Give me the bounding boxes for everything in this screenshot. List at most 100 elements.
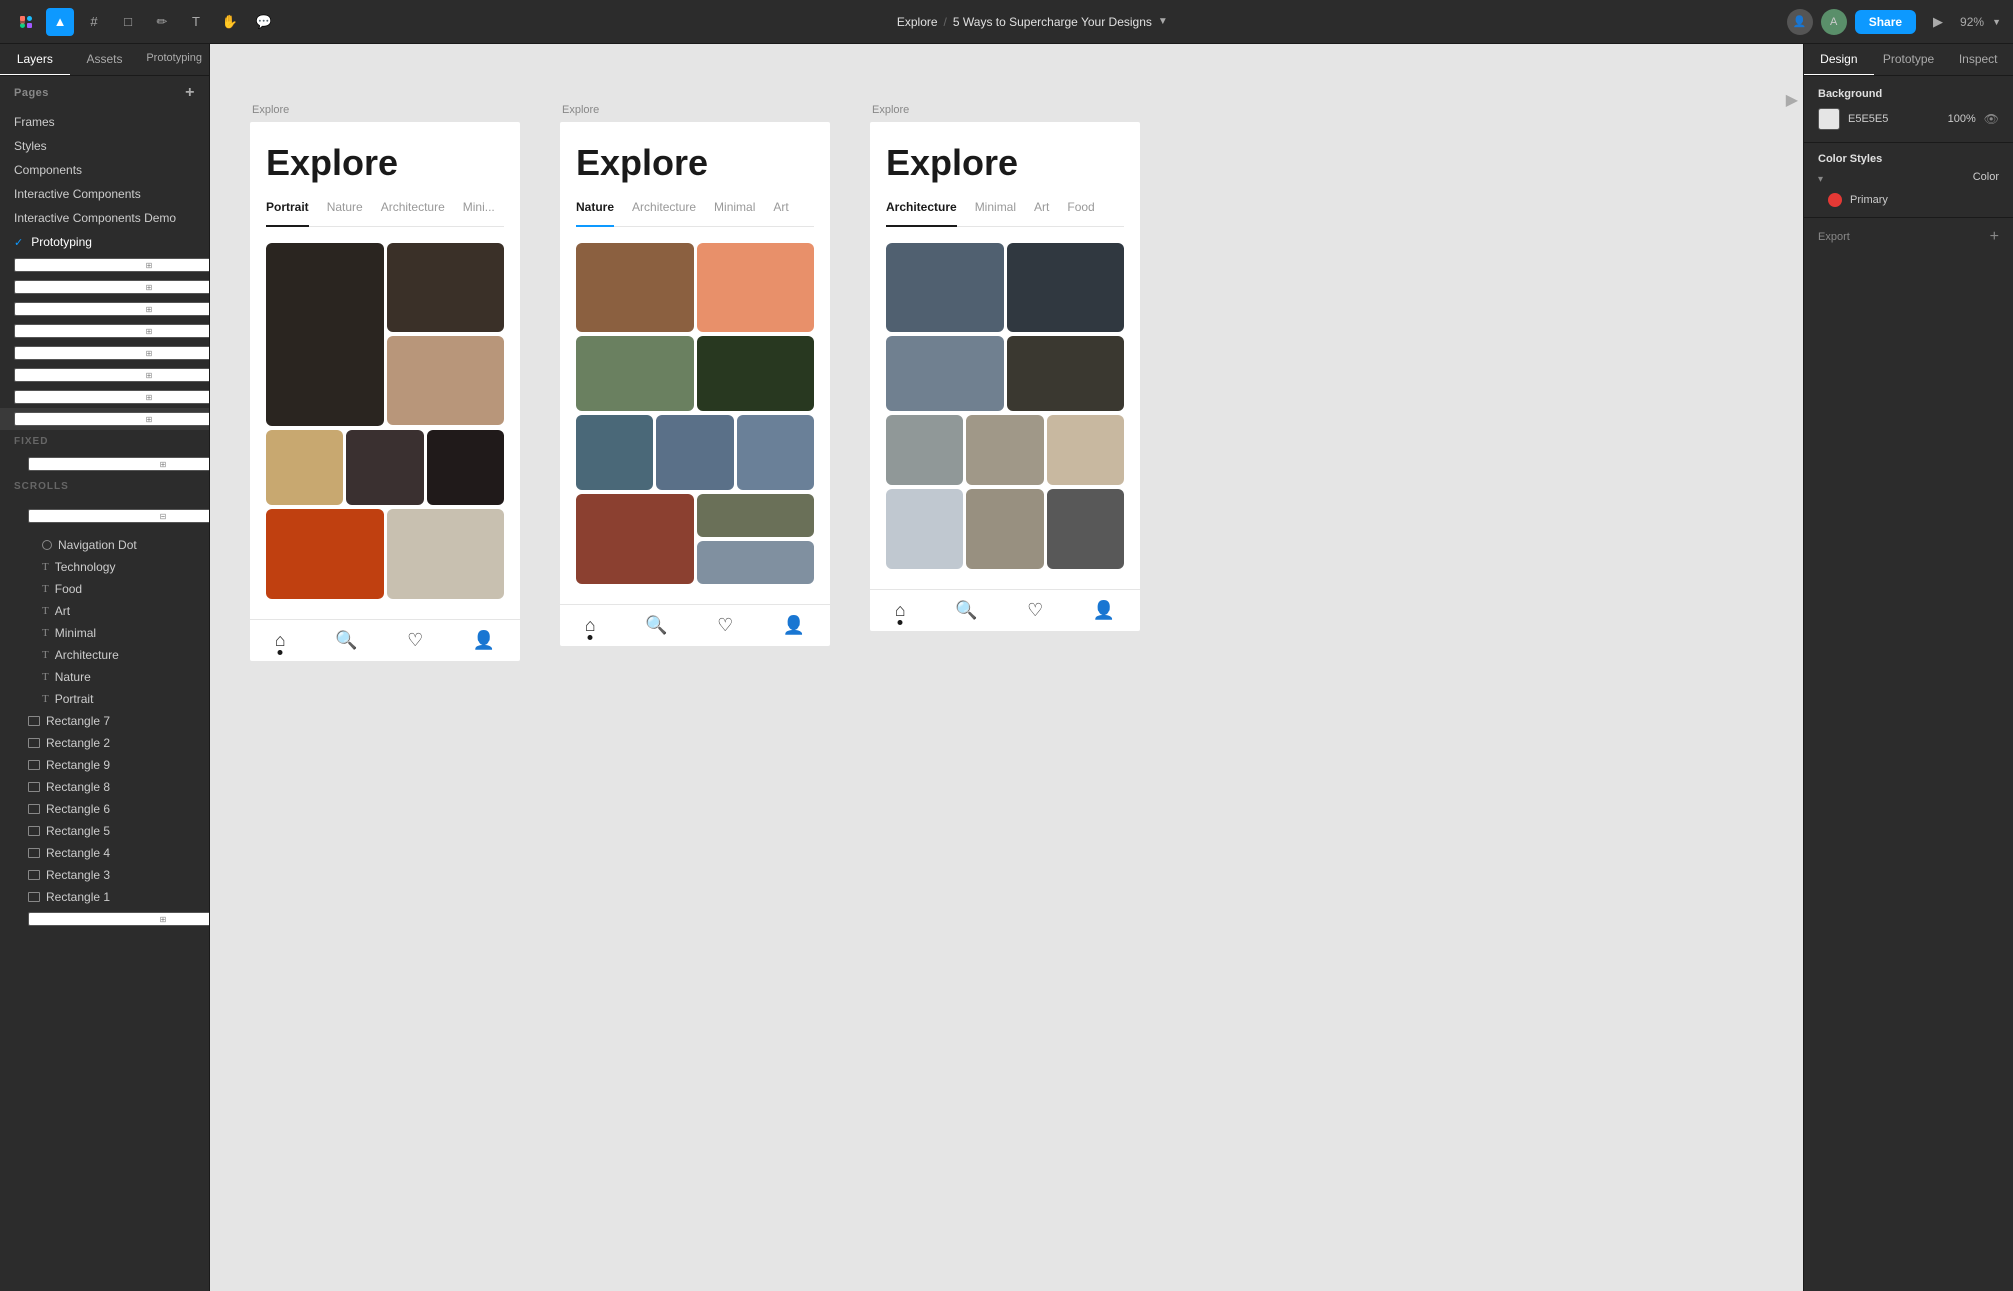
rect-icon <box>28 760 40 770</box>
panel-tabs: Layers Assets Prototyping <box>0 44 209 76</box>
dropdown-chevron[interactable]: ▼ <box>1158 16 1168 27</box>
tab-minimal-2[interactable]: Minimal <box>714 200 755 218</box>
layer-map[interactable]: ⊞ Map <box>0 320 209 342</box>
color-category-row: ▾ Color <box>1818 171 1999 187</box>
assets-tab[interactable]: Assets <box>70 44 140 75</box>
heart-icon-1[interactable]: ♡ <box>407 630 423 651</box>
layer-rect6[interactable]: Rectangle 6 <box>0 798 209 820</box>
comment-tool-btn[interactable]: 💬 <box>250 8 278 36</box>
page-interactive-demo[interactable]: Interactive Components Demo <box>0 206 209 230</box>
layer-rect9[interactable]: Rectangle 9 <box>0 754 209 776</box>
user-icon-2[interactable]: 👤 <box>783 615 805 636</box>
move-tool-btn[interactable]: ▲ <box>46 8 74 36</box>
bg-color-swatch[interactable] <box>1818 108 1840 130</box>
layer-food[interactable]: T Food <box>0 578 209 600</box>
photo-gothic1 <box>886 243 1004 332</box>
page-frames[interactable]: Frames <box>0 110 209 134</box>
inspect-tab[interactable]: Inspect <box>1943 44 2013 75</box>
share-button[interactable]: Share <box>1855 10 1916 34</box>
play-btn[interactable]: ▶ <box>1924 8 1952 36</box>
tab-minimal-3[interactable]: Minimal <box>975 200 1016 218</box>
layer-explore-3[interactable]: ⊞ Explore <box>0 386 209 408</box>
color-category-label: Color <box>1967 171 1999 183</box>
home-icon-1[interactable]: ⌂ <box>275 630 286 651</box>
hand-tool-btn[interactable]: ✋ <box>216 8 244 36</box>
page-prototyping[interactable]: Prototyping <box>0 230 209 254</box>
layer-rect1[interactable]: Rectangle 1 <box>0 886 209 908</box>
tab-portrait[interactable]: Portrait <box>266 200 309 227</box>
layer-portrait[interactable]: T Portrait <box>0 688 209 710</box>
page-interactive[interactable]: Interactive Components <box>0 182 209 206</box>
layer-minimal[interactable]: T Minimal <box>0 622 209 644</box>
search-icon-2[interactable]: 🔍 <box>645 615 667 636</box>
layer-rect3[interactable]: Rectangle 3 <box>0 864 209 886</box>
layer-explore-sub[interactable]: ⊞ Explore <box>0 908 209 930</box>
layer-navigation-dot[interactable]: Navigation Dot <box>0 534 209 556</box>
user-icon-3[interactable]: 👤 <box>1093 600 1115 621</box>
tab-nature-active[interactable]: Nature <box>576 200 614 227</box>
pen-tool-btn[interactable]: ✏ <box>148 8 176 36</box>
export-add-btn[interactable]: + <box>1990 228 1999 246</box>
layer-rect4[interactable]: Rectangle 4 <box>0 842 209 864</box>
page-title[interactable]: 5 Ways to Supercharge Your Designs <box>953 15 1152 29</box>
tab-architecture-1[interactable]: Architecture <box>381 200 445 218</box>
tab-nature-1[interactable]: Nature <box>327 200 363 218</box>
layer-explore-1[interactable]: ⊞ Explore <box>0 342 209 364</box>
layer-rect7[interactable]: Rectangle 7 <box>0 710 209 732</box>
page-styles[interactable]: Styles <box>0 134 209 158</box>
export-label: Export <box>1818 231 1850 243</box>
visibility-icon[interactable]: 👁 <box>1984 112 1999 126</box>
page-components[interactable]: Components <box>0 158 209 182</box>
shape-tool-btn[interactable]: □ <box>114 8 142 36</box>
layers-tab[interactable]: Layers <box>0 44 70 75</box>
layer-navigation[interactable]: ⊞ Navigation <box>0 453 209 475</box>
color-chevron[interactable]: ▾ <box>1818 174 1823 185</box>
zoom-level[interactable]: 92% <box>1960 15 1984 29</box>
photo-waterfall <box>656 415 733 490</box>
tab-food-3[interactable]: Food <box>1067 200 1094 218</box>
frame-tool-btn[interactable]: # <box>80 8 108 36</box>
layer-art[interactable]: T Art <box>0 600 209 622</box>
canvas: Explore Explore Portrait Nature Architec… <box>210 44 1803 1291</box>
search-icon-3[interactable]: 🔍 <box>955 600 977 621</box>
prototyping-tab[interactable]: Prototyping <box>139 44 209 75</box>
layer-rect5[interactable]: Rectangle 5 <box>0 820 209 842</box>
background-label: Background <box>1818 88 1999 100</box>
layer-cart-1[interactable]: ⊞ Cart <box>0 254 209 276</box>
photo-neon <box>266 509 384 599</box>
text-tool-btn[interactable]: T <box>182 8 210 36</box>
layer-architecture[interactable]: T Architecture <box>0 644 209 666</box>
tab-art-2[interactable]: Art <box>773 200 788 218</box>
tab-art-3[interactable]: Art <box>1034 200 1049 218</box>
layer-cart-3[interactable]: ⊞ Cart <box>0 298 209 320</box>
zoom-chevron[interactable]: ▼ <box>1992 17 2001 27</box>
layer-explore-4[interactable]: ⊞ Explore <box>0 408 209 430</box>
tab-mini-1[interactable]: Mini... <box>463 200 495 218</box>
user-icon-1[interactable]: 👤 <box>473 630 495 651</box>
layer-technology[interactable]: T Technology <box>0 556 209 578</box>
frame-icon: ⊟ <box>28 509 210 523</box>
circle-icon <box>42 540 52 550</box>
design-tab[interactable]: Design <box>1804 44 1874 75</box>
bg-hex-value[interactable]: E5E5E5 <box>1848 113 1940 125</box>
tab-architecture-2[interactable]: Architecture <box>632 200 696 218</box>
home-icon-2[interactable]: ⌂ <box>585 615 596 636</box>
layer-cart-2[interactable]: ⊞ Cart <box>0 276 209 298</box>
tab-architecture-active[interactable]: Architecture <box>886 200 957 227</box>
heart-icon-2[interactable]: ♡ <box>717 615 733 636</box>
search-icon-1[interactable]: 🔍 <box>335 630 357 651</box>
layer-rect8[interactable]: Rectangle 8 <box>0 776 209 798</box>
add-page-btn[interactable]: + <box>185 84 195 102</box>
bg-opacity[interactable]: 100% <box>1948 113 1976 125</box>
prototype-tab[interactable]: Prototype <box>1874 44 1944 75</box>
layer-explore-2[interactable]: ⊞ Explore <box>0 364 209 386</box>
layer-rect2[interactable]: Rectangle 2 <box>0 732 209 754</box>
layer-sub-navigation[interactable]: ⊟ Sub Navigation <box>0 498 209 534</box>
photo-blonde <box>266 430 343 505</box>
home-icon-3[interactable]: ⌂ <box>895 600 906 621</box>
rect-icon <box>28 848 40 858</box>
primary-color-label: Primary <box>1850 194 1888 206</box>
heart-icon-3[interactable]: ♡ <box>1027 600 1043 621</box>
figma-logo-btn[interactable] <box>12 8 40 36</box>
layer-nature[interactable]: T Nature <box>0 666 209 688</box>
